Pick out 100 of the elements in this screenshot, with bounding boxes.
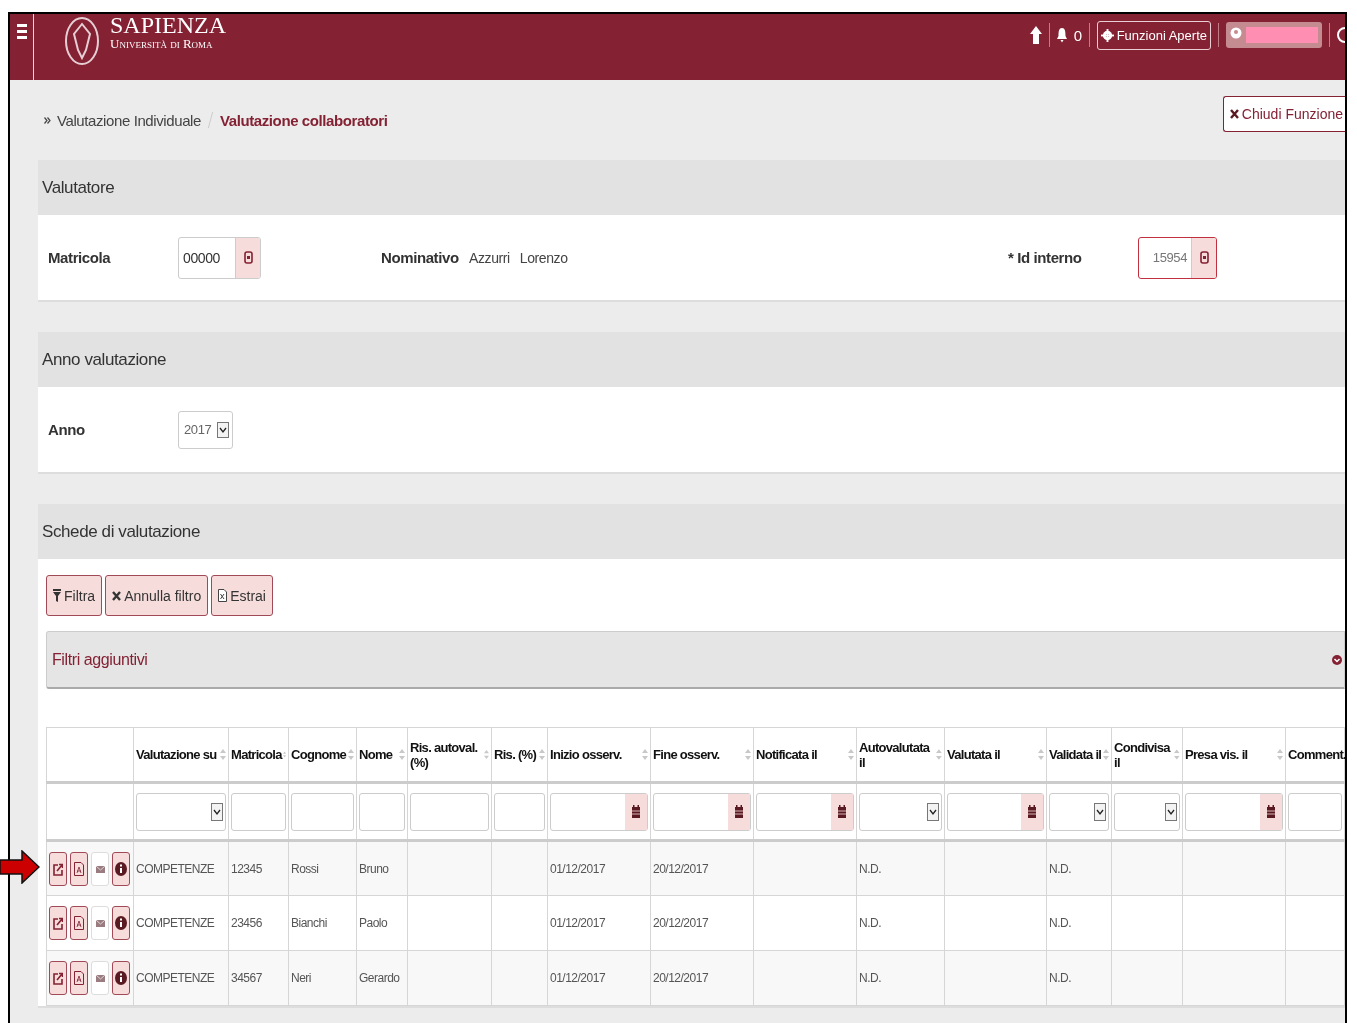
- field-label: Anno: [48, 421, 86, 438]
- table-cell: COMPETENZE: [136, 971, 215, 985]
- table-cell: 34567: [231, 971, 262, 985]
- table-cell: Bianchi: [291, 916, 327, 930]
- filter-field[interactable]: [359, 792, 405, 831]
- column-header[interactable]: Nome: [359, 747, 393, 762]
- close-icon: [1229, 109, 1239, 119]
- id-field[interactable]: 15954: [1138, 236, 1217, 279]
- pdf-file-icon: [74, 971, 84, 985]
- table-cell: COMPETENZE: [136, 862, 215, 876]
- table-cell: 01/12/2017: [550, 971, 606, 985]
- date-filter-field[interactable]: [550, 792, 648, 831]
- pdf-button[interactable]: [70, 852, 88, 886]
- year-select[interactable]: 2017: [178, 410, 234, 449]
- extra-filters-bar[interactable]: Filtri aggiuntivi: [46, 631, 1345, 689]
- filter-field[interactable]: [231, 792, 286, 831]
- table-cell: N.D.: [859, 862, 881, 876]
- dropdown-icon: [211, 802, 223, 821]
- column-header[interactable]: Inizio osserv.: [550, 747, 622, 762]
- dropdown-icon: [1165, 802, 1177, 821]
- table-cell: COMPETENZE: [136, 916, 215, 930]
- table-cell: Bruno: [359, 862, 389, 876]
- column-header[interactable]: Fine osserv.: [653, 747, 720, 762]
- filter-select[interactable]: [859, 792, 942, 831]
- edit-button[interactable]: [49, 852, 67, 886]
- dropdown-icon: [1094, 802, 1106, 821]
- info-button[interactable]: [112, 906, 130, 940]
- calendar-icon: [1028, 805, 1036, 818]
- table-cell: 01/12/2017: [550, 916, 606, 930]
- table-cell: Paolo: [359, 916, 388, 930]
- table-cell: 20/12/2017: [653, 971, 709, 985]
- field-label: * Id interno: [1008, 249, 1083, 266]
- close-icon: [112, 590, 122, 601]
- open-functions-button[interactable]: Funzioni Aperte: [1096, 20, 1211, 50]
- arrow-drawing: [0, 850, 40, 884]
- close-function-button[interactable]: Chiudi Funzione: [1222, 96, 1345, 132]
- envelope-icon: [95, 919, 105, 927]
- pdf-file-icon: [74, 916, 84, 930]
- info-button[interactable]: [112, 961, 130, 995]
- pdf-button[interactable]: [70, 961, 88, 995]
- lookup-icon: [243, 251, 253, 264]
- column-header[interactable]: Notificata il: [756, 747, 817, 762]
- section-title: Anno valutazione: [42, 349, 167, 370]
- matricola-field[interactable]: 00000: [178, 236, 261, 279]
- filter-field[interactable]: [410, 792, 489, 831]
- table-cell: 01/12/2017: [550, 862, 606, 876]
- edit-button[interactable]: [49, 961, 67, 995]
- date-filter-field[interactable]: [653, 792, 751, 831]
- filter-select[interactable]: [1114, 792, 1180, 831]
- name-value: Azzurri: [469, 249, 510, 266]
- filter-icon: [53, 589, 61, 602]
- filter-field[interactable]: [494, 792, 545, 831]
- menu-icon: [16, 22, 27, 42]
- export-button[interactable]: Estrai: [211, 575, 273, 616]
- calendar-icon: [1267, 805, 1275, 818]
- lookup-icon: [1199, 251, 1209, 264]
- name-value: Lorenzo: [519, 249, 568, 266]
- table-cell: N.D.: [859, 916, 881, 930]
- field-label: Matricola: [48, 249, 112, 266]
- info-button[interactable]: [112, 852, 130, 886]
- calendar-icon: [632, 805, 640, 818]
- table-cell: Gerardo: [359, 971, 400, 985]
- edit-button[interactable]: [49, 906, 67, 940]
- date-filter-field[interactable]: [947, 792, 1044, 831]
- seal-icon: [64, 16, 100, 66]
- notification-count: 0: [1073, 26, 1082, 44]
- chevron-down-icon: [1332, 654, 1342, 665]
- info-icon: [115, 971, 127, 985]
- calendar-icon: [735, 805, 743, 818]
- filter-select[interactable]: [1049, 792, 1109, 831]
- table-cell: 20/12/2017: [653, 862, 709, 876]
- edit-icon: [53, 971, 63, 985]
- date-filter-field[interactable]: [756, 792, 854, 831]
- info-icon: [115, 916, 127, 930]
- bell-icon[interactable]: [1056, 27, 1067, 43]
- clear-filter-button[interactable]: Annulla filtro: [105, 575, 209, 616]
- table-cell: N.D.: [1049, 916, 1071, 930]
- filter-select[interactable]: [136, 792, 226, 831]
- dropdown-icon: [217, 421, 230, 438]
- section-title: Schede di valutazione: [42, 521, 200, 542]
- info-icon: [115, 862, 127, 876]
- table-cell: Neri: [291, 971, 311, 985]
- edit-icon: [53, 862, 63, 876]
- breadcrumb-link[interactable]: Valutazione collaboratori: [219, 111, 388, 129]
- filter-button[interactable]: Filtra: [46, 575, 103, 616]
- column-header[interactable]: Valutata il: [947, 747, 1000, 762]
- table-cell: Rossi: [291, 862, 319, 876]
- filter-field[interactable]: [1288, 792, 1342, 831]
- pdf-button[interactable]: [70, 906, 88, 940]
- column-header[interactable]: Presa vis. il: [1185, 747, 1248, 762]
- field-label: Nominativo: [381, 249, 460, 266]
- filter-field[interactable]: [291, 792, 354, 831]
- pdf-file-icon: [74, 862, 84, 876]
- table-cell: 12345: [231, 862, 262, 876]
- date-filter-field[interactable]: [1185, 792, 1283, 831]
- envelope-icon: [95, 974, 105, 982]
- user-button[interactable]: [1226, 22, 1322, 48]
- edit-icon: [53, 916, 63, 930]
- chevron-icon: [44, 116, 51, 124]
- breadcrumb-link[interactable]: Valutazione Individuale: [57, 111, 201, 129]
